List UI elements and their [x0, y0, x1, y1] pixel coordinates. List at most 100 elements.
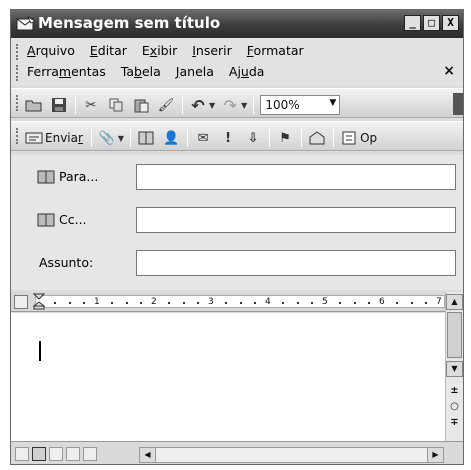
options-icon[interactable] [340, 129, 358, 147]
paperclip-icon[interactable]: 📎 [98, 129, 116, 147]
ruler-tick [282, 302, 285, 304]
close-button[interactable]: X [442, 15, 459, 31]
menu-ajuda[interactable]: Ajuda [229, 64, 265, 82]
cc-button[interactable]: Cc... [37, 212, 87, 227]
envelope-icon [16, 15, 36, 32]
ruler-tick [424, 302, 427, 304]
attach-dropdown-icon[interactable]: ▼ [118, 134, 124, 143]
address-book-icon[interactable] [137, 129, 155, 147]
zoom-select[interactable]: 100% ▼ [260, 95, 341, 115]
high-importance-icon[interactable]: ! [219, 129, 237, 147]
save-icon[interactable] [50, 96, 68, 114]
toolbar-options-icon[interactable] [453, 93, 463, 115]
permission-icon[interactable] [308, 129, 326, 147]
send-icon[interactable] [25, 129, 43, 147]
scroll-thumb[interactable] [447, 312, 462, 358]
restore-button[interactable]: □ [423, 15, 440, 31]
menu-row-2: Ferramentas Tabela Janela Ajuda [27, 64, 279, 82]
menu-formatar[interactable]: Formatar [247, 43, 304, 61]
ruler-tick [310, 302, 313, 304]
web-layout-view-icon[interactable] [32, 447, 46, 461]
to-field[interactable] [136, 164, 456, 190]
menubar-grip-icon[interactable] [16, 65, 20, 81]
print-layout-view-icon[interactable] [49, 447, 63, 461]
ruler-track[interactable]: 1 2 3 4 5 6 7 [35, 295, 445, 308]
toolbar-separator [75, 96, 76, 114]
window-controls: _ □ X [402, 15, 459, 31]
redo-dropdown-icon[interactable]: ▼ [241, 101, 247, 110]
send-button[interactable]: Enviar [45, 131, 83, 145]
ruler-tick [196, 302, 199, 304]
address-book-icon [37, 213, 55, 227]
outline-view-icon[interactable] [66, 447, 80, 461]
tab-selector-button[interactable] [14, 295, 28, 309]
ruler-tick [54, 302, 57, 304]
undo-icon[interactable]: ↶ [189, 96, 207, 115]
ruler-number: 6 [379, 297, 385, 307]
toolbar-separator [301, 129, 303, 147]
ruler-tick [68, 302, 71, 304]
menubar-grip-icon[interactable] [16, 44, 20, 60]
redo-icon[interactable]: ↷ [221, 96, 239, 115]
options-button-label[interactable]: Op [360, 131, 377, 145]
cut-icon[interactable]: ✂ [82, 96, 100, 114]
scroll-left-icon[interactable]: ◀ [140, 448, 156, 462]
ruler-number: 3 [208, 297, 214, 307]
message-body[interactable] [11, 313, 447, 441]
address-book-icon [37, 170, 55, 184]
zoom-value: 100% [265, 98, 300, 112]
ruler-tick [239, 302, 242, 304]
scroll-up-icon[interactable]: ▲ [446, 294, 463, 310]
toolbar-grip-icon[interactable] [16, 128, 20, 144]
menu-janela[interactable]: Janela [176, 64, 214, 82]
menu-tabela[interactable]: Tabela [121, 64, 161, 82]
previous-page-icon[interactable]: ± [446, 384, 463, 398]
open-folder-icon[interactable] [25, 96, 43, 114]
toolbar-grip-icon[interactable] [16, 95, 20, 111]
ruler: 1 2 3 4 5 6 7 [11, 292, 463, 312]
horizontal-scrollbar[interactable]: ◀ ▶ [139, 447, 444, 463]
menu-editar[interactable]: Editar [90, 43, 127, 61]
minimize-button[interactable]: _ [404, 15, 421, 31]
follow-up-flag-icon[interactable]: ⚑ [276, 129, 294, 147]
reading-view-icon[interactable] [83, 447, 97, 461]
toolbar-separator [333, 129, 335, 147]
ruler-tick [182, 302, 185, 304]
normal-view-icon[interactable] [15, 447, 29, 461]
ruler-number: 7 [436, 297, 442, 307]
window-title: Mensagem sem título [38, 14, 221, 32]
scroll-right-icon[interactable]: ▶ [427, 448, 443, 462]
ruler-tick [410, 302, 413, 304]
to-button[interactable]: Para... [37, 169, 98, 184]
ruler-tick [396, 302, 399, 304]
ruler-number: 2 [151, 297, 157, 307]
menu-ferramentas[interactable]: Ferramentas [27, 64, 106, 82]
menu-bar: Arquivo Editar Exibir Inserir Formatar F… [11, 38, 463, 86]
cc-field[interactable] [136, 207, 456, 233]
paste-icon[interactable] [132, 96, 150, 114]
subject-field[interactable] [136, 250, 456, 276]
ruler-tick [125, 302, 128, 304]
next-page-icon[interactable]: ∓ [446, 416, 463, 430]
indent-marker-icon[interactable] [33, 293, 45, 310]
to-label: Para... [59, 169, 99, 184]
message-window: Mensagem sem título _ □ X Arquivo Editar… [10, 9, 464, 465]
menu-exibir[interactable]: Exibir [142, 43, 177, 61]
menu-arquivo[interactable]: Arquivo [27, 43, 75, 61]
toolbar-separator [269, 129, 271, 147]
low-importance-icon[interactable]: ⇩ [244, 129, 262, 147]
options-envelope-icon[interactable]: ✉ [194, 129, 212, 147]
menu-inserir[interactable]: Inserir [192, 43, 232, 61]
ruler-tick [139, 302, 142, 304]
ruler-tick [82, 302, 85, 304]
title-bar[interactable]: Mensagem sem título _ □ X [11, 10, 463, 38]
undo-dropdown-icon[interactable]: ▼ [209, 101, 215, 110]
copy-icon[interactable] [107, 96, 125, 114]
scroll-down-icon[interactable]: ▼ [446, 361, 463, 377]
ruler-tick [367, 302, 370, 304]
vertical-scrollbar[interactable]: ▲ ▼ ± ○ ∓ [445, 292, 463, 441]
select-browse-object-icon[interactable]: ○ [446, 400, 463, 414]
close-document-button[interactable]: × [443, 63, 455, 79]
check-names-icon[interactable]: 👤 [162, 129, 180, 147]
format-painter-icon[interactable]: 🖌 [157, 96, 175, 114]
